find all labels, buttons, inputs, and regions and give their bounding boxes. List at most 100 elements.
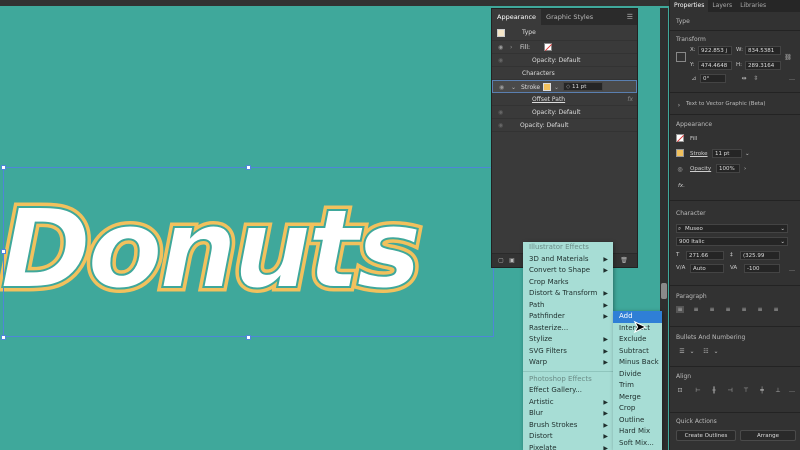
tracking-field[interactable]: -100 xyxy=(744,264,780,273)
appearance-opacity-row-3[interactable]: ◉ Opacity: Default xyxy=(492,119,637,132)
no-fill-swatch-icon[interactable] xyxy=(544,43,553,52)
w-field[interactable]: 834.5381 xyxy=(745,46,781,55)
bullets-icon[interactable]: ☰ xyxy=(678,348,686,355)
tab-layers[interactable]: Layers xyxy=(708,0,736,12)
fill-none-swatch-icon[interactable] xyxy=(676,134,685,143)
menu-item[interactable]: Path ▶ xyxy=(523,300,613,312)
menu-item[interactable]: Blur ▶ xyxy=(523,408,613,420)
align-bottom-icon[interactable]: ⊥ xyxy=(774,387,782,394)
justify-right-icon[interactable]: ≡ xyxy=(756,306,764,313)
pathfinder-item[interactable]: Crop xyxy=(613,403,662,415)
link-icon[interactable]: ⛓ xyxy=(784,54,792,61)
appearance-stroke-row[interactable]: ◉ ⌄ Stroke ⌄ ◇ 11 pt xyxy=(492,80,637,93)
y-field[interactable]: 474.4648 xyxy=(698,61,732,70)
expand-chevron-icon[interactable]: › xyxy=(675,102,683,109)
appearance-opacity-row-2[interactable]: ◉ Opacity: Default xyxy=(492,106,637,119)
pathfinder-item[interactable]: Hard Mix xyxy=(613,426,662,438)
offset-path-link[interactable]: Offset Path xyxy=(532,93,565,106)
stroke-color-swatch-icon[interactable] xyxy=(543,83,551,91)
justify-left-icon[interactable]: ≡ xyxy=(724,306,732,313)
flip-vertical-icon[interactable]: ⇳ xyxy=(752,75,760,82)
text-to-vector-graphic[interactable]: Text to Vector Graphic (Beta) xyxy=(686,101,766,107)
menu-item[interactable]: SVG Filters ▶ xyxy=(523,346,613,358)
arrange-button[interactable]: Arrange xyxy=(740,430,796,441)
dropdown-icon[interactable]: ⌄ xyxy=(745,151,750,157)
bbox-handle-bm[interactable] xyxy=(246,335,251,340)
menu-item[interactable]: Effect Gallery... xyxy=(523,385,613,397)
scrollbar-thumb[interactable] xyxy=(661,283,667,299)
pathfinder-item[interactable]: Divide xyxy=(613,369,662,381)
h-field[interactable]: 289.3164 xyxy=(745,61,781,70)
panel-menu-icon[interactable]: ☰ xyxy=(627,13,633,21)
tab-graphic-styles[interactable]: Graphic Styles xyxy=(541,9,598,25)
font-family-select[interactable]: ⌕ Museo ⌄ xyxy=(676,224,788,233)
stroke-swatch-icon[interactable] xyxy=(676,149,684,157)
align-v-center-icon[interactable]: ╪ xyxy=(758,387,766,394)
chevron-right-icon[interactable]: › xyxy=(744,166,746,172)
fx-button[interactable]: fx. xyxy=(678,183,685,189)
menu-item[interactable]: Distort ▶ xyxy=(523,431,613,443)
stroke-weight-field[interactable]: ◇ 11 pt xyxy=(563,82,603,91)
eye-icon[interactable]: ◉ xyxy=(498,54,503,67)
numbering-icon[interactable]: ☷ xyxy=(702,348,710,355)
menu-item[interactable]: Distort & Transform ▶ xyxy=(523,288,613,300)
more-options-icon[interactable]: … xyxy=(788,387,796,394)
donuts-text-art[interactable]: Donuts Donuts xyxy=(0,181,426,318)
font-size-field[interactable]: 271.66 xyxy=(686,251,724,260)
tab-properties[interactable]: Properties xyxy=(670,0,709,12)
create-outlines-button[interactable]: Create Outlines xyxy=(676,430,736,441)
pathfinder-item[interactable]: Soft Mix... xyxy=(613,438,662,450)
align-left-icon[interactable]: ≡ xyxy=(676,306,684,313)
chevron-down-icon[interactable]: ⌄ xyxy=(712,348,720,355)
align-right-icon[interactable]: ≡ xyxy=(708,306,716,313)
justify-center-icon[interactable]: ≡ xyxy=(740,306,748,313)
align-right-edges-icon[interactable]: ⊣ xyxy=(726,387,734,394)
justify-all-icon[interactable]: ≡ xyxy=(772,306,780,313)
add-fill-icon[interactable]: ▣ xyxy=(508,257,516,264)
pathfinder-item[interactable]: Merge xyxy=(613,392,662,404)
menu-item[interactable]: Artistic ▶ xyxy=(523,397,613,409)
chevron-down-icon[interactable]: ⌄ xyxy=(688,348,696,355)
opacity-field[interactable]: 100% xyxy=(716,164,740,173)
menu-item[interactable]: Warp ▶ xyxy=(523,357,613,369)
tab-appearance[interactable]: Appearance xyxy=(492,9,542,25)
eye-icon[interactable]: ◉ xyxy=(498,119,503,132)
tab-libraries[interactable]: Libraries xyxy=(736,0,770,12)
leading-field[interactable]: (325.99 xyxy=(740,251,780,260)
pathfinder-item[interactable]: Outline xyxy=(613,415,662,427)
align-center-icon[interactable]: ≡ xyxy=(692,306,700,313)
pathfinder-item[interactable]: Trim xyxy=(613,380,662,392)
eye-icon[interactable]: ◉ xyxy=(498,41,503,54)
pathfinder-item[interactable]: Subtract xyxy=(613,346,662,358)
appearance-characters-row[interactable]: Characters xyxy=(492,67,637,80)
fx-icon[interactable]: fx xyxy=(627,93,633,106)
menu-item[interactable]: Pathfinder ▶ xyxy=(523,311,613,323)
opacity-link[interactable]: Opacity xyxy=(690,166,711,172)
angle-field[interactable]: 0° xyxy=(700,74,726,83)
add-stroke-icon[interactable]: ▢ xyxy=(497,257,505,264)
align-h-center-icon[interactable]: ╫ xyxy=(710,387,718,394)
reference-point-icon[interactable] xyxy=(676,52,686,62)
align-to-icon[interactable]: ⊡ xyxy=(676,387,684,394)
x-field[interactable]: 922.853 j xyxy=(698,46,732,55)
menu-item[interactable]: 3D and Materials ▶ xyxy=(523,254,613,266)
font-style-select[interactable]: 900 Italic ⌄ xyxy=(676,237,788,246)
stepper-icon[interactable]: ◇ xyxy=(566,84,570,90)
delete-icon[interactable]: 🗑 xyxy=(620,257,628,264)
menu-item[interactable]: Pixelate ▶ xyxy=(523,443,613,450)
appearance-offset-path-row[interactable]: Offset Path fx xyxy=(492,93,637,106)
eye-icon[interactable]: ◉ xyxy=(498,106,503,119)
bbox-handle-tl[interactable] xyxy=(1,165,6,170)
menu-item[interactable]: Rasterize... xyxy=(523,323,613,335)
stroke-weight-field[interactable]: 11 pt xyxy=(712,149,742,158)
stroke-link[interactable]: Stroke xyxy=(690,151,708,157)
bbox-handle-tm[interactable] xyxy=(246,165,251,170)
more-options-icon[interactable]: … xyxy=(788,266,796,273)
more-options-icon[interactable]: … xyxy=(788,75,796,82)
menu-item[interactable]: Brush Strokes ▶ xyxy=(523,420,613,432)
kerning-field[interactable]: Auto xyxy=(690,264,724,273)
menu-item[interactable]: Crop Marks xyxy=(523,277,613,289)
appearance-fill-row[interactable]: ◉ › Fill: xyxy=(492,41,637,54)
flip-horizontal-icon[interactable]: ⇹ xyxy=(740,75,748,82)
appearance-type-row[interactable]: Type xyxy=(492,25,637,41)
